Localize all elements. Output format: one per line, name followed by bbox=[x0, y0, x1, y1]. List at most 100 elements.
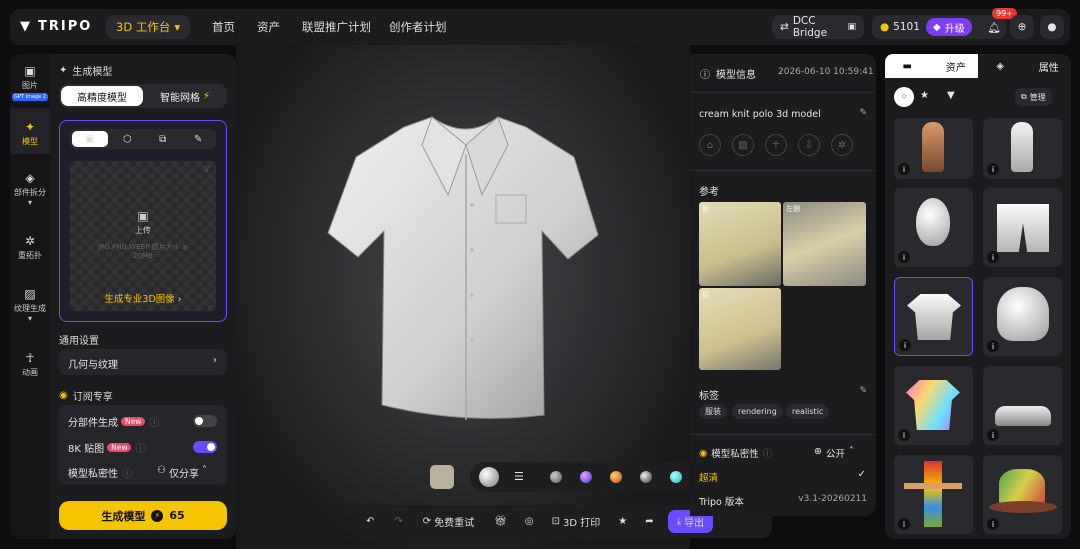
info-icon[interactable]: i bbox=[898, 429, 910, 441]
ref-tag-left: 左侧 bbox=[786, 205, 800, 213]
manage-icon: ⧉ bbox=[1021, 92, 1027, 101]
asset-thumb-clown[interactable]: i bbox=[894, 455, 973, 534]
workspace-dropdown[interactable]: 3D 工作台 ▾ bbox=[106, 15, 191, 39]
upload-dropzone[interactable]: 💡︎ ▣ 上传 JPG,PNG,WEBP 图片大小 ≤ 20MB 生成专业3D图… bbox=[70, 161, 216, 311]
star-icon[interactable]: ★ bbox=[618, 516, 627, 527]
sidebar-item-texture[interactable]: ▨ 纹理生成 ▾ bbox=[10, 287, 50, 327]
nav-assets[interactable]: 资产 bbox=[257, 19, 280, 35]
tex8k-label: 8K 贴图 bbox=[68, 444, 105, 455]
edit-name-icon[interactable]: ✎ bbox=[859, 108, 867, 118]
nav-creator[interactable]: 创作者计划 bbox=[389, 19, 447, 35]
info-icon[interactable]: i bbox=[898, 163, 910, 175]
chrome-material-ball[interactable] bbox=[640, 471, 652, 483]
tab-assets[interactable]: ▬ 资产 bbox=[885, 54, 978, 78]
sidebar-item-retopo[interactable]: ✲ 重拓扑 bbox=[10, 234, 50, 264]
filter-icon[interactable]: ▼ bbox=[947, 90, 955, 101]
manage-button[interactable]: ⧉ 管理 bbox=[1015, 88, 1052, 106]
info-icon[interactable]: i bbox=[987, 163, 999, 175]
stylize-icon[interactable]: ⇩ bbox=[798, 134, 820, 156]
free-retry-label: 免费重试 bbox=[434, 518, 475, 529]
favorites-icon[interactable]: ★ bbox=[920, 90, 929, 101]
texture-icon[interactable]: ▨ bbox=[732, 134, 754, 156]
share-icon[interactable]: ➦ bbox=[645, 516, 653, 527]
sidebar-item-parts[interactable]: ◈ 部件拆分 ▾ bbox=[10, 171, 50, 211]
info-icon[interactable]: i bbox=[898, 251, 910, 263]
asset-thumb-base-mesh[interactable]: i bbox=[983, 118, 1062, 179]
logo[interactable]: ▼ TRIPO bbox=[20, 19, 92, 34]
info-icon[interactable]: i bbox=[987, 340, 999, 352]
tab-properties[interactable]: ◈ 属性 bbox=[978, 54, 1071, 78]
sidebar-item-label: 动画 bbox=[22, 368, 38, 377]
print3d-button[interactable]: ⊡ 3D 打印 bbox=[552, 514, 601, 529]
sidebar-item-animation[interactable]: ☥ 动画 bbox=[10, 351, 50, 381]
ref-image-front[interactable]: 前 bbox=[699, 202, 781, 286]
info-icon[interactable]: i bbox=[898, 518, 910, 530]
ref-image-back[interactable]: 后 bbox=[699, 288, 781, 370]
geo-texture-row[interactable]: 几何与纹理 › bbox=[59, 349, 227, 375]
ref-tag-back: 后 bbox=[702, 291, 709, 299]
model-thumbnail[interactable] bbox=[430, 465, 454, 489]
geo-texture-label: 几何与纹理 bbox=[68, 360, 118, 371]
asset-panel: ▬ 资产 ◈ 属性 ⁘ ★ ▼ ⧉ 管理 i i i i i i i i i i bbox=[885, 54, 1071, 539]
rig-icon[interactable]: ☥ bbox=[765, 134, 787, 156]
language-button[interactable]: ⊕ bbox=[1010, 15, 1034, 39]
mode-smart-tab[interactable]: 智能网格 ⚡ bbox=[145, 86, 225, 106]
home-icon[interactable]: ⌂ bbox=[699, 134, 721, 156]
asset-thumb-head[interactable]: i bbox=[894, 188, 973, 267]
sidebar-item-image[interactable]: ▣ 图片 GPT Image 2 bbox=[10, 62, 50, 106]
single-image-tab[interactable]: ▣ bbox=[72, 131, 108, 147]
chevron-right-icon: › bbox=[213, 355, 217, 366]
sidebar-item-model[interactable]: ✦ 模型 bbox=[10, 108, 50, 154]
asset-thumb-hair[interactable]: i bbox=[983, 277, 1062, 356]
multi-view-tab[interactable]: ⬡ bbox=[110, 129, 146, 149]
clay-material-button[interactable] bbox=[479, 467, 499, 487]
asset-thumb-character[interactable]: i bbox=[894, 118, 973, 179]
nav-affiliate[interactable]: 联盟推广计划 bbox=[302, 19, 371, 35]
bell-icon: 🔔︎ bbox=[987, 21, 1001, 34]
free-retry-button[interactable]: ⟳ 免费重试 bbox=[423, 514, 474, 529]
effect-icon[interactable]: ✲ bbox=[831, 134, 853, 156]
info-icon[interactable]: i bbox=[987, 518, 999, 530]
gift-icon[interactable]: 🎁︎ bbox=[494, 516, 507, 527]
ref-image-left[interactable]: 左侧 bbox=[783, 202, 866, 286]
tex8k-toggle[interactable] bbox=[193, 441, 217, 453]
purple-material-ball[interactable] bbox=[580, 471, 592, 483]
info-icon[interactable]: i bbox=[987, 429, 999, 441]
gray-material-ball[interactable] bbox=[550, 471, 562, 483]
upload-label: 上传 bbox=[135, 226, 151, 235]
asset-thumb-colorful-shirt[interactable]: i bbox=[894, 366, 973, 445]
orange-material-ball[interactable] bbox=[610, 471, 622, 483]
pro-image-link[interactable]: 生成专业3D图像 › bbox=[70, 291, 216, 305]
mode-switch: 高精度模型 智能网格 ⚡ bbox=[59, 84, 227, 108]
grid-view-icon[interactable]: ⁘ bbox=[894, 87, 914, 107]
part-gen-toggle[interactable] bbox=[193, 415, 217, 427]
mode-hd-tab[interactable]: 高精度模型 bbox=[61, 86, 143, 106]
printer-icon: ⊡ bbox=[551, 516, 560, 527]
redo-icon[interactable]: ↷ bbox=[394, 516, 402, 527]
asset-thumb-shorts[interactable]: i bbox=[983, 188, 1062, 267]
generate-model-button[interactable]: 生成模型 ⚡ 65 bbox=[59, 501, 227, 530]
asset-thumb-console[interactable]: i bbox=[983, 366, 1062, 445]
account-button[interactable]: ● bbox=[1040, 15, 1064, 39]
sliders-icon[interactable]: ☰ bbox=[514, 470, 524, 483]
info-icon[interactable]: i bbox=[987, 251, 999, 263]
asset-thumb-hat[interactable]: i bbox=[983, 455, 1062, 534]
cyan-material-ball[interactable] bbox=[670, 471, 682, 483]
undo-icon[interactable]: ↶ bbox=[366, 516, 374, 527]
general-settings-heading: 通用设置 bbox=[59, 336, 99, 347]
planet-icon[interactable]: ◎ bbox=[525, 516, 534, 527]
privacy-select[interactable]: ⊕ 公开 ˄ bbox=[814, 446, 854, 460]
nav-home[interactable]: 首页 bbox=[212, 19, 235, 35]
edit-tags-icon[interactable]: ✎ bbox=[859, 386, 867, 396]
privacy-select[interactable]: ⚇ 仅分享 ˄ bbox=[157, 465, 207, 480]
upgrade-button[interactable]: ◆ 升级 bbox=[926, 18, 972, 36]
text-prompt-tab[interactable]: ✎ bbox=[181, 129, 217, 149]
multi-image-tab[interactable]: ⧉ bbox=[145, 129, 181, 149]
coin-icon: ● bbox=[880, 21, 890, 33]
quality-option[interactable]: 超清 bbox=[699, 470, 718, 484]
asset-thumb-shirt[interactable]: i bbox=[894, 277, 973, 356]
info-icon[interactable]: i bbox=[899, 339, 911, 351]
model-name: cream knit polo 3d model bbox=[699, 109, 821, 120]
dcc-bridge-button[interactable]: ⇄ DCC Bridge ▣ bbox=[772, 15, 864, 39]
credits-value: 5101 bbox=[893, 21, 920, 33]
